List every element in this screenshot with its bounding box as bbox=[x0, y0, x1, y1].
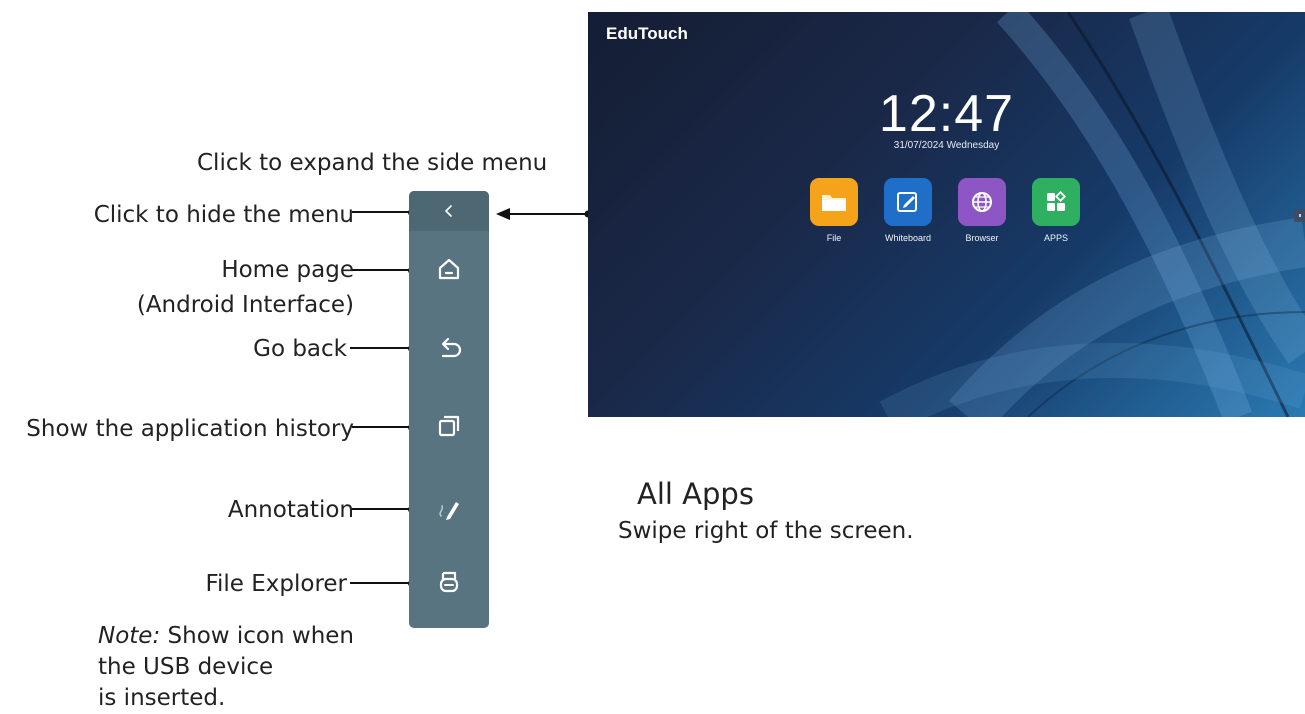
app-whiteboard-label: Whiteboard bbox=[884, 233, 932, 243]
back-arrow-icon bbox=[441, 337, 462, 358]
globe-icon bbox=[972, 192, 992, 212]
clock-date: 31/07/2024 Wednesday bbox=[893, 140, 1000, 151]
leader-back bbox=[350, 347, 412, 349]
back-button[interactable] bbox=[429, 327, 469, 367]
leader-annotation bbox=[352, 508, 412, 510]
hide-menu-button[interactable] bbox=[429, 191, 469, 231]
clock-time: 12:47 bbox=[878, 85, 1015, 143]
label-go-back: Go back bbox=[253, 336, 347, 362]
usb-note-line3: is inserted. bbox=[98, 685, 226, 711]
app-whiteboard[interactable]: Whiteboard bbox=[871, 178, 945, 243]
label-file-explorer: File Explorer bbox=[205, 571, 347, 597]
label-home-page-sub: (Android Interface) bbox=[136, 292, 354, 318]
apps-grid-icon bbox=[1047, 190, 1067, 211]
label-hide-menu: Click to hide the menu bbox=[93, 202, 354, 228]
home-button[interactable] bbox=[429, 249, 469, 289]
app-history-button[interactable] bbox=[429, 406, 469, 446]
app-browser-tile bbox=[958, 178, 1006, 226]
leader-home bbox=[352, 269, 412, 271]
chevron-left-icon bbox=[444, 205, 452, 217]
file-explorer-button[interactable] bbox=[429, 562, 469, 602]
whiteboard-icon bbox=[897, 192, 917, 212]
usb-note-line2: the USB device bbox=[98, 654, 274, 680]
brand-logo: EduTouch bbox=[606, 24, 688, 43]
all-apps-title: All Apps bbox=[637, 477, 754, 511]
annotation-pen-icon bbox=[439, 502, 459, 520]
usb-drive-icon bbox=[439, 571, 459, 593]
side-menu-edge-tab[interactable] bbox=[1294, 209, 1305, 222]
folder-icon bbox=[822, 195, 846, 211]
all-apps-subtitle: Swipe right of the screen. bbox=[618, 518, 914, 544]
usb-note-prefix: Note: bbox=[98, 623, 161, 649]
app-file-label: File bbox=[826, 233, 842, 243]
label-annotation: Annotation bbox=[227, 497, 354, 523]
app-whiteboard-tile bbox=[884, 178, 932, 226]
side-menu bbox=[409, 191, 489, 628]
app-apps-tile bbox=[1032, 178, 1080, 226]
android-home-screen: EduTouch 12:47 31/07/2024 Wednesday File… bbox=[588, 12, 1305, 417]
app-history-icon bbox=[438, 415, 460, 437]
expand-arrow bbox=[496, 208, 592, 220]
leader-file-explorer bbox=[350, 582, 412, 584]
usb-note-line1: Note: Show icon when bbox=[98, 621, 354, 652]
label-home-page: Home page bbox=[221, 257, 354, 283]
usb-note-line1-text: Show icon when bbox=[160, 623, 355, 649]
home-icon bbox=[438, 258, 460, 280]
app-browser-label: Browser bbox=[965, 233, 999, 243]
app-apps[interactable]: APPS bbox=[1019, 178, 1093, 243]
usb-note: Note: Show icon when the USB device is i… bbox=[98, 621, 354, 714]
label-app-history: Show the application history bbox=[26, 416, 354, 442]
app-apps-label: APPS bbox=[1043, 233, 1068, 243]
annotation-button[interactable] bbox=[429, 488, 469, 528]
app-file-tile bbox=[810, 178, 858, 226]
leader-hide-menu bbox=[352, 211, 412, 213]
leader-history bbox=[352, 426, 412, 428]
app-browser[interactable]: Browser bbox=[945, 178, 1019, 243]
app-file[interactable]: File bbox=[797, 178, 871, 243]
label-expand-menu: Click to expand the side menu bbox=[197, 150, 548, 176]
